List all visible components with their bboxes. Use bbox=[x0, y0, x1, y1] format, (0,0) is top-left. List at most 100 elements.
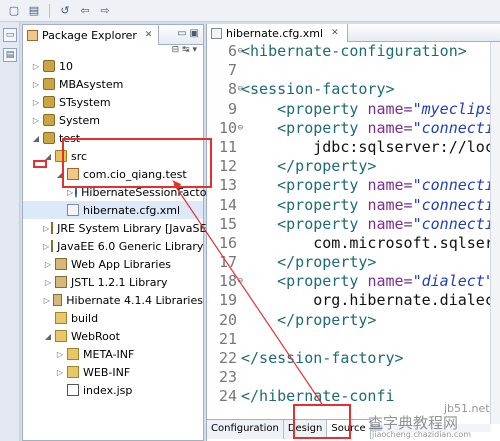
new-icon[interactable]: ▢ bbox=[6, 4, 22, 18]
line-number-text: 10 bbox=[218, 118, 237, 137]
code-token: org.hibernate.dialect bbox=[241, 291, 491, 310]
code-line: <property name="connection bbox=[241, 176, 491, 195]
tree-item-label: META-INF bbox=[83, 347, 135, 361]
xml-editor: hibernate.cfg.xml ✕ 6 ⊖ 7 8 ⊖ 9 10 ⊖ 11 12 13 14 15 1… bbox=[206, 24, 500, 441]
project-icon bbox=[43, 96, 55, 108]
line-number: 10 ⊖ bbox=[207, 118, 243, 138]
tree-item-label: STsystem bbox=[59, 95, 111, 109]
minimize-view-icon[interactable]: ▭ bbox=[177, 28, 186, 39]
tree-item-label: index.jsp bbox=[83, 383, 133, 397]
tab-package-explorer[interactable]: Package Explorer ✕ bbox=[23, 25, 160, 45]
code-token: </session-factory> bbox=[241, 349, 404, 367]
tree-item[interactable]: ▷ META-INF bbox=[23, 345, 203, 363]
collapsed-arrow-icon[interactable]: ▷ bbox=[31, 80, 41, 89]
close-icon[interactable]: ✕ bbox=[331, 28, 339, 38]
code-line: <property name="connection bbox=[241, 215, 491, 234]
code-line: <hibernate-configuration> bbox=[241, 42, 491, 61]
save-icon[interactable]: ▤ bbox=[26, 4, 42, 18]
tree-item[interactable]: ▷ JRE System Library [JavaSE-1.6] bbox=[23, 219, 232, 237]
code-token: name= bbox=[367, 195, 413, 214]
line-number-text: 17 bbox=[218, 253, 237, 272]
collapse-all-icon[interactable]: ⊟ ↹ ▾ bbox=[172, 45, 197, 55]
tree-item-label: JavaEE 6.0 Generic Library bbox=[57, 239, 204, 253]
code-token: name= bbox=[367, 272, 413, 291]
tree-item[interactable]: hibernate.cfg.xml bbox=[23, 201, 203, 219]
line-number: 12 bbox=[207, 157, 241, 176]
minimize-icon[interactable]: ▭ bbox=[3, 28, 17, 42]
collapsed-arrow-icon[interactable]: ▷ bbox=[43, 278, 53, 287]
code-token: "myeclipse bbox=[412, 99, 491, 118]
code-area[interactable]: <hibernate-configuration> <session-facto… bbox=[241, 42, 491, 424]
code-token: </hibernate-confi bbox=[241, 387, 395, 406]
tree-item-label: Hibernate 4.1.4 Libraries bbox=[66, 293, 203, 307]
tree-item[interactable]: index.jsp bbox=[23, 381, 203, 399]
collapsed-arrow-icon[interactable]: ▷ bbox=[43, 260, 53, 269]
line-number: 20 bbox=[207, 311, 241, 330]
line-number: 14 bbox=[207, 196, 241, 215]
tree-item[interactable]: ▷ STsystem bbox=[23, 93, 203, 111]
code-token: <hibernate-configuration> bbox=[241, 42, 467, 60]
project-tree: ▷ 10 ▷ MBAsystem ▷ STsystem ▷ System ◢ test ◢ src ◢ c… bbox=[23, 57, 236, 399]
collapsed-arrow-icon[interactable]: ▷ bbox=[55, 350, 65, 359]
editor-tabbar: hibernate.cfg.xml ✕ bbox=[207, 24, 500, 42]
line-number-text: 13 bbox=[218, 176, 237, 195]
tree-item-label: MBAsystem bbox=[59, 77, 124, 91]
vertical-scrollbar[interactable] bbox=[490, 42, 500, 424]
forward-icon[interactable]: ⇨ bbox=[97, 4, 113, 18]
line-number-text: 9 bbox=[227, 99, 237, 118]
code-token: <property bbox=[277, 99, 368, 118]
line-number-text: 11 bbox=[218, 137, 237, 156]
tree-item[interactable]: ▷ WEB-INF bbox=[23, 363, 203, 381]
maximize-view-icon[interactable]: ▣ bbox=[190, 28, 199, 39]
code-token: name= bbox=[367, 214, 413, 233]
line-number: 6 ⊖ bbox=[207, 42, 243, 61]
tree-item[interactable]: ▷ JavaEE 6.0 Generic Library bbox=[23, 237, 203, 255]
line-number: 24 bbox=[207, 387, 241, 406]
tab-hibernate-cfg-xml[interactable]: hibernate.cfg.xml ✕ bbox=[207, 24, 348, 42]
run-icon[interactable]: ↺ bbox=[57, 4, 73, 18]
tree-item-label: build bbox=[71, 311, 99, 325]
code-token: jdbc:sqlserver://loca bbox=[241, 137, 491, 156]
code-token: "dialect" bbox=[412, 272, 491, 291]
line-number-text: 23 bbox=[218, 368, 237, 387]
line-number: 17 bbox=[207, 253, 241, 272]
main-toolbar: ▢ ▤ ↺ ⇦ ⇨ bbox=[0, 0, 500, 22]
toolbar-separator bbox=[49, 3, 50, 18]
tree-item[interactable]: ▷ Hibernate 4.1.4 Libraries bbox=[23, 291, 203, 309]
collapsed-arrow-icon[interactable]: ▷ bbox=[31, 116, 41, 125]
line-number-text: 18 bbox=[218, 272, 237, 291]
library-icon bbox=[52, 294, 63, 306]
collapsed-arrow-icon[interactable]: ▷ bbox=[43, 242, 49, 251]
collapsed-arrow-icon[interactable]: ▷ bbox=[31, 98, 41, 107]
code-token: com.microsoft.sqlserve bbox=[241, 233, 491, 252]
expanded-arrow-icon[interactable]: ◢ bbox=[31, 134, 41, 143]
close-icon[interactable]: ✕ bbox=[145, 30, 153, 40]
code-line: <property name="connection bbox=[241, 196, 491, 215]
package-explorer-view: Package Explorer ✕ ▭ ▣ ⊟ ↹ ▾ ▷ 10 ▷ MBAsyst… bbox=[22, 24, 236, 441]
collapsed-arrow-icon[interactable]: ▷ bbox=[43, 296, 51, 305]
tree-item-label: WEB-INF bbox=[83, 365, 131, 379]
highlight-box-small bbox=[33, 160, 47, 168]
tree-item-label: 10 bbox=[59, 59, 73, 73]
collapsed-arrow-icon[interactable]: ▷ bbox=[55, 368, 65, 377]
expanded-arrow-icon[interactable]: ◢ bbox=[43, 332, 53, 341]
tree-item[interactable]: ▷ Web App Libraries bbox=[23, 255, 203, 273]
code-token: <property bbox=[277, 214, 368, 233]
outline-view-icon[interactable]: ▤ bbox=[3, 48, 17, 62]
tree-item[interactable]: ▷ System bbox=[23, 111, 203, 129]
collapsed-arrow-icon[interactable]: ▷ bbox=[67, 188, 73, 197]
tree-item[interactable]: ▷ MBAsystem bbox=[23, 75, 203, 93]
collapsed-arrow-icon[interactable]: ▷ bbox=[43, 224, 49, 233]
back-icon[interactable]: ⇦ bbox=[77, 4, 93, 18]
tree-item[interactable]: ▷ JSTL 1.2.1 Library bbox=[23, 273, 203, 291]
folder-icon bbox=[67, 366, 79, 378]
tree-item[interactable]: ▷ 10 bbox=[23, 57, 203, 75]
tree-item[interactable]: build bbox=[23, 309, 203, 327]
code-token: <property bbox=[277, 272, 368, 291]
collapsed-arrow-icon[interactable]: ▷ bbox=[31, 62, 41, 71]
tab-configuration[interactable]: Configuration bbox=[207, 420, 284, 439]
tree-item[interactable]: ◢ WebRoot bbox=[23, 327, 203, 345]
